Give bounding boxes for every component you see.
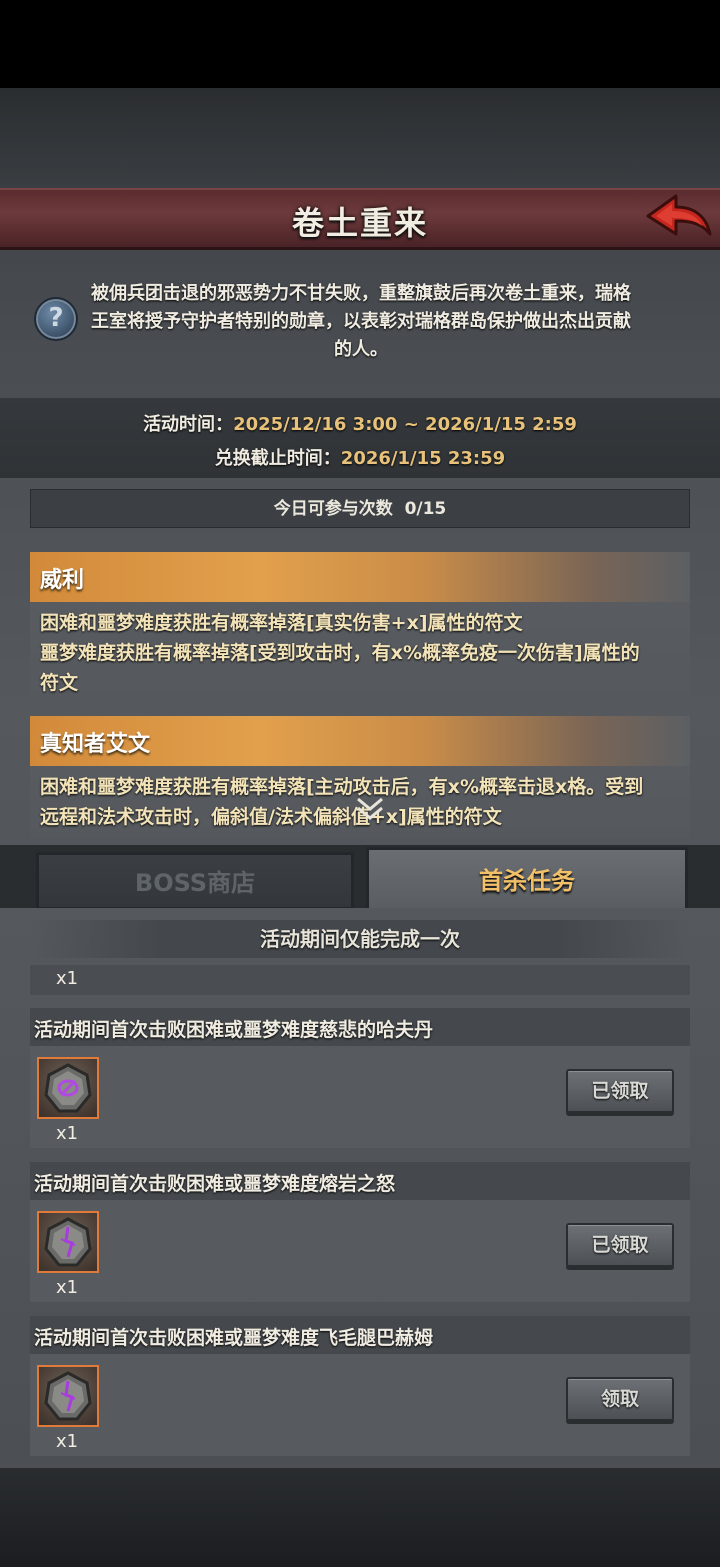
exchange-deadline: 兑换截止时间：2026/1/15 23:59 <box>0 444 720 470</box>
partial-row <box>30 965 690 995</box>
rune-icon <box>44 1371 92 1421</box>
scroll-down-icon[interactable] <box>354 795 386 823</box>
rune-item[interactable] <box>37 1365 99 1427</box>
boss-drop-line: 困难和噩梦难度获胜有概率掉落[真实伤害+x]属性的符文 <box>40 612 523 634</box>
status-bar-area <box>0 0 720 88</box>
daily-attempts: 今日可参与次数 0/15 <box>30 489 690 528</box>
boss-drop-line: 符文 <box>40 672 79 694</box>
daily-attempts-value: 0/15 <box>404 499 447 519</box>
help-icon[interactable]: ? <box>34 297 78 341</box>
boss-name: 威利 <box>40 568 85 593</box>
task-title: 活动期间首次击败困难或噩梦难度慈悲的哈夫丹 <box>34 1019 434 1041</box>
chevron-down-icon <box>357 797 383 820</box>
task-title: 活动期间首次击败困难或噩梦难度熔岩之怒 <box>34 1173 396 1195</box>
activity-time: 活动时间：2025/12/16 3:00 ~ 2026/1/15 2:59 <box>0 410 720 436</box>
item-quantity: x1 <box>56 968 79 989</box>
boss-drop-line: 噩梦难度获胜有概率掉落[受到攻击时，有x%概率免疫一次伤害]属性的 <box>40 642 640 664</box>
activity-time-value: 2025/12/16 3:00 ~ 2026/1/15 2:59 <box>233 414 577 435</box>
claimed-button[interactable]: 已领取 <box>566 1069 674 1113</box>
back-button[interactable] <box>642 190 714 246</box>
rune-item[interactable] <box>37 1057 99 1119</box>
tab-first-kill[interactable]: 首杀任务 <box>366 847 688 909</box>
daily-attempts-label: 今日可参与次数 <box>273 499 393 519</box>
exchange-deadline-value: 2026/1/15 23:59 <box>340 448 506 469</box>
boss-name-bar <box>30 552 690 602</box>
bottom-band <box>0 1468 720 1567</box>
claimed-button[interactable]: 已领取 <box>566 1223 674 1267</box>
boss-name: 真知者艾文 <box>40 732 151 757</box>
rune-item[interactable] <box>37 1211 99 1273</box>
item-quantity: x1 <box>56 1277 79 1298</box>
back-arrow-icon <box>646 194 712 236</box>
once-only-banner: 活动期间仅能完成一次 <box>30 920 690 958</box>
item-quantity: x1 <box>56 1431 79 1452</box>
task-title: 活动期间首次击败困难或噩梦难度飞毛腿巴赫姆 <box>34 1327 434 1349</box>
event-description: 被佣兵团击退的邪恶势力不甘失败，重整旗鼓后再次卷土重来，瑞格王室将授予守护者特别… <box>91 283 631 360</box>
activity-time-label: 活动时间： <box>143 414 234 435</box>
claim-button[interactable]: 领取 <box>566 1377 674 1421</box>
exchange-deadline-label: 兑换截止时间： <box>214 448 341 469</box>
rune-icon <box>44 1063 92 1113</box>
rune-icon <box>44 1217 92 1267</box>
tab-boss-shop[interactable]: BOSS商店 <box>36 852 354 910</box>
upper-band <box>0 88 720 188</box>
page-title: 卷土重来 <box>291 204 428 242</box>
item-quantity: x1 <box>56 1123 79 1144</box>
